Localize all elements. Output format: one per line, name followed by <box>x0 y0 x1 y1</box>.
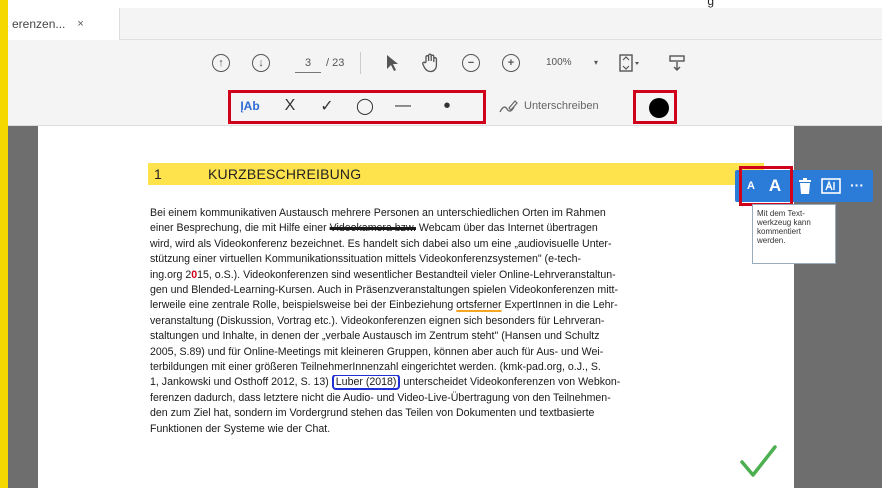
top-strip: g <box>0 0 882 8</box>
underline-annotation[interactable]: ortsferner <box>456 299 501 311</box>
dot-tool[interactable]: • <box>436 94 458 118</box>
text-span: 1, Jankowski und Osthoff 2012, S. 13) <box>150 376 332 389</box>
text-line: stützung einer virtuellen Kommunikations… <box>150 252 762 267</box>
ellipse-tool[interactable]: ◯ <box>354 94 376 118</box>
sign-label: Unterschreiben <box>524 100 599 112</box>
heading-number: 1 <box>154 166 162 182</box>
tab-bar: erenzen... × <box>8 8 882 40</box>
text-span: veranstaltung (Diskussion, Vortrag etc.)… <box>150 314 605 327</box>
document-page: 1 KURZBESCHREIBUNG Bei einem kommunikati… <box>38 126 794 488</box>
body-paragraph: Bei einem kommunikativen Austausch mehre… <box>150 206 762 437</box>
heading-title: KURZBESCHREIBUNG <box>208 166 362 182</box>
text-line: einer Besprechung, die mit Hilfe einer V… <box>150 221 762 236</box>
signature-pen-icon <box>499 100 518 113</box>
page-down-icon[interactable]: ↓ <box>252 54 270 72</box>
hand-tool-icon[interactable] <box>420 52 440 74</box>
zoom-level[interactable]: 100% <box>546 53 572 73</box>
rectangle-annotation[interactable]: Luber (2018) <box>331 375 401 391</box>
zoom-out-icon[interactable]: − <box>462 54 480 72</box>
top-cut-text: g <box>707 0 714 8</box>
text-span: Webcam über das Internet übertragen <box>415 222 598 235</box>
text-span: ing.org 2 <box>150 268 192 281</box>
document-tab[interactable]: erenzen... × <box>8 8 120 40</box>
add-text-tool[interactable]: ĮAb <box>238 94 262 118</box>
font-size-highlight <box>739 166 793 206</box>
text-span: einer Besprechung, die mit Hilfe einer <box>150 222 330 235</box>
select-cursor-icon[interactable] <box>382 52 402 74</box>
strikethrough-annotation[interactable]: Videokamera bzw. <box>330 222 416 234</box>
text-line: terbildungen mit einer größeren Teilnehm… <box>150 360 762 375</box>
comment-line: Mit dem Text- <box>757 209 805 218</box>
cross-tool[interactable]: X <box>280 94 300 118</box>
text-span: staltungen und Inhalte, in denen der „ve… <box>150 330 600 343</box>
text-line: Funktionen der Systeme wie der Chat. <box>150 422 762 437</box>
text-span: unterscheidet Videokonferenzen von Webko… <box>400 376 621 389</box>
color-picker-swatch[interactable] <box>649 98 669 118</box>
annotation-toolbar: ĮAb X ✓ ◯ — • Unterschreiben <box>8 86 882 126</box>
text-line: den zum Ziel hat, sondern im Vordergrund… <box>150 406 762 421</box>
text-line: 2005, S.89) und für Online-Meetings mit … <box>150 345 762 360</box>
comment-line: werkzeug kann <box>757 218 811 227</box>
text-line: wird, wird als Videokonferenz bezeichnet… <box>150 237 762 252</box>
zoom-dropdown-icon[interactable]: ▾ <box>594 53 598 73</box>
line-tool[interactable]: — <box>392 94 414 118</box>
text-span: ferenzen dadurch, dass letztere nicht di… <box>150 391 611 404</box>
text-line: 1, Jankowski und Osthoff 2012, S. 13) Lu… <box>150 375 762 391</box>
text-span: Funktionen der Systeme wie der Chat. <box>150 422 331 435</box>
text-line: lerweile eine zentrale Rolle, beispielsw… <box>150 298 762 313</box>
page-total: / 23 <box>326 57 345 69</box>
page-number-input[interactable]: 3 <box>295 53 321 73</box>
text-line: ing.org 2015, o.S.). Videokonferenzen si… <box>150 268 762 283</box>
toolbar-divider <box>360 52 361 74</box>
comment-line: kommentiert <box>757 227 802 236</box>
fit-page-icon[interactable] <box>616 52 642 74</box>
text-span: 15, o.S.). Videokonferenzen sind wesentl… <box>197 268 616 281</box>
text-line: gen und Blended-Learning-Kursen. Auch in… <box>150 283 762 298</box>
left-accent-bar <box>0 0 8 488</box>
checkmark-tool[interactable]: ✓ <box>316 94 338 118</box>
tab-close-icon[interactable]: × <box>77 18 83 30</box>
document-tab-title: erenzen... <box>12 17 66 31</box>
checkmark-annotation[interactable] <box>738 442 778 488</box>
text-field-icon[interactable] <box>821 177 841 195</box>
text-line: ferenzen dadurch, dass letztere nicht di… <box>150 391 762 406</box>
text-line: Bei einem kommunikativen Austausch mehre… <box>150 206 762 221</box>
sign-button[interactable]: Unterschreiben <box>498 94 599 118</box>
page-up-icon[interactable]: ↑ <box>212 54 230 72</box>
comment-line: werden. <box>757 236 786 245</box>
text-span: Bei einem kommunikativen Austausch mehre… <box>150 207 606 219</box>
text-comment-box[interactable]: Mit dem Text- werkzeug kann kommentiert … <box>752 204 836 264</box>
text-span: lerweile eine zentrale Rolle, beispielsw… <box>150 299 457 312</box>
delete-icon[interactable] <box>797 177 813 195</box>
text-span: terbildungen mit einer größeren Teilnehm… <box>150 361 601 374</box>
more-options-button[interactable]: ··· <box>847 176 867 194</box>
text-line: veranstaltung (Diskussion, Vortrag etc.)… <box>150 314 762 329</box>
text-span: den zum Ziel hat, sondern im Vordergrund… <box>150 407 595 420</box>
text-span: wird, wird als Videokonferenz bezeichnet… <box>150 237 612 250</box>
text-span: 2005, S.89) und für Online-Meetings mit … <box>150 345 604 358</box>
text-line: staltungen und Inhalte, in denen der „ve… <box>150 329 762 344</box>
zoom-in-icon[interactable]: + <box>502 54 520 72</box>
main-toolbar: ↑ ↓ 3 / 23 − + 100% ▾ <box>8 40 882 86</box>
text-span: ExpertInnen in die Lehr- <box>501 299 618 312</box>
text-span: stützung einer virtuellen Kommunikations… <box>150 253 582 266</box>
read-mode-icon[interactable] <box>666 52 688 74</box>
text-span: gen und Blended-Learning-Kursen. Auch in… <box>150 284 619 297</box>
